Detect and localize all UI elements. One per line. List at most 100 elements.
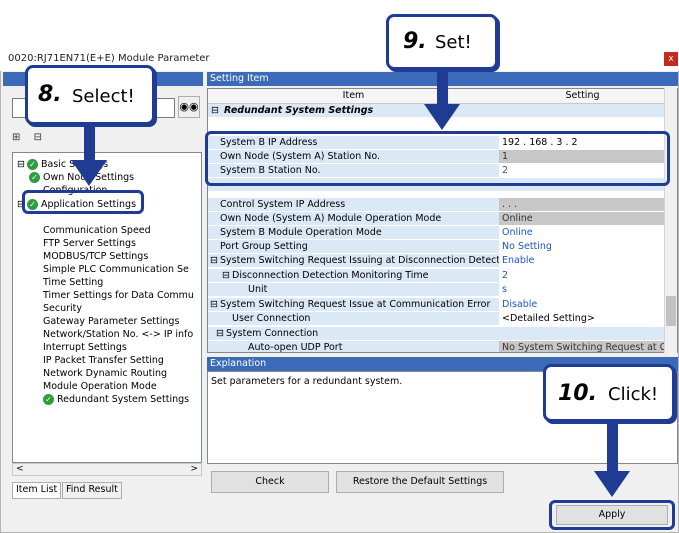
callout-set-number: 9. (403, 29, 427, 54)
tree-item-label: Security (43, 303, 83, 314)
tree-item[interactable]: IP Packet Transfer Setting (43, 354, 164, 367)
tree-item-label: Network/Station No. <-> IP info (43, 329, 194, 340)
setting-row[interactable]: Port Group Setting No Setting (208, 240, 666, 253)
setting-row[interactable]: Control System IP Address . . . (208, 198, 666, 211)
callout-select-number: 8. (38, 82, 62, 107)
tree-item-label: Gateway Parameter Settings (43, 316, 180, 327)
setting-row-label-cell: Own Node (System A) Module Operation Mod… (208, 212, 499, 225)
collapse-all-icon[interactable]: ⊟ (34, 132, 42, 143)
find-binoculars-button[interactable]: ◉◉ (178, 96, 200, 118)
row-expander-icon[interactable]: ⊟ (210, 298, 218, 311)
tree-item-label: MODBUS/TCP Settings (43, 251, 149, 262)
tree-item[interactable]: FTP Server Settings (43, 237, 136, 250)
setting-row-value: . . . (499, 198, 666, 211)
tree-item[interactable]: Simple PLC Communication Se (43, 263, 189, 276)
setting-row-value[interactable]: No Setting (499, 240, 666, 253)
setting-row-value: Online (499, 212, 666, 225)
window-title: 0020:RJ71EN71(E+E) Module Parameter (8, 53, 210, 64)
setting-row-label: Own Node (System A) Module Operation Mod… (220, 213, 442, 224)
callout-click-number: 10. (558, 381, 597, 406)
setting-row-label: Disconnection Detection Monitoring Time (232, 270, 429, 281)
tab-find-result[interactable]: Find Result (62, 482, 122, 499)
setting-row-value[interactable]: 2 (499, 269, 666, 282)
tab-item-list[interactable]: Item List (12, 482, 62, 499)
setting-row[interactable]: System B Module Operation Mode Online (208, 226, 666, 239)
restore-defaults-button[interactable]: Restore the Default Settings (336, 471, 504, 493)
setting-row-label: System B Module Operation Mode (220, 227, 382, 238)
tree-item[interactable]: Communication Speed (43, 224, 151, 237)
setting-row-label: System Switching Request Issue at Commun… (220, 299, 491, 310)
setting-row-label: Auto-open UDP Port (248, 342, 343, 353)
binoculars-icon: ◉◉ (179, 100, 199, 113)
tree-item[interactable]: Network/Station No. <-> IP info (43, 328, 193, 341)
setting-row-value[interactable]: Online (499, 226, 666, 239)
setting-row-value: No System Switching Request at Com (499, 341, 677, 352)
tree-item[interactable]: ✓ Redundant System Settings (43, 393, 189, 406)
callout-click: 10. Click! (543, 364, 675, 422)
setting-row-value[interactable]: Enable (499, 254, 666, 267)
left-tabs: Item List Find Result (12, 482, 122, 499)
setting-row-label-cell: Control System IP Address (208, 198, 499, 211)
collapse-icon[interactable]: ⊟ (211, 104, 219, 117)
scroll-right-icon[interactable]: > (190, 464, 198, 474)
column-header-item: Item (208, 89, 500, 104)
tree-item-label: Timer Settings for Data Commu (43, 290, 194, 301)
row-expander-icon[interactable]: ⊟ (216, 327, 224, 340)
setting-row-label-cell: ⊟ System Connection (208, 327, 499, 340)
arrow-shaft (84, 125, 95, 160)
row-expander-icon[interactable]: ⊟ (210, 254, 218, 267)
tree-expander-icon[interactable]: ⊟ (17, 159, 25, 170)
grid-vertical-scrollbar[interactable] (664, 88, 677, 353)
highlight-application-settings (22, 190, 144, 214)
highlight-system-b-rows (205, 131, 670, 186)
setting-row[interactable]: ⊟ Disconnection Detection Monitoring Time… (208, 269, 666, 282)
tree-item-label: IP Packet Transfer Setting (43, 355, 164, 366)
tree-item[interactable]: Gateway Parameter Settings (43, 315, 179, 328)
tree-item[interactable]: Security (43, 302, 82, 315)
setting-row-label: User Connection (232, 313, 311, 324)
tree-item[interactable]: Interrupt Settings (43, 341, 127, 354)
tree-item-label: Redundant System Settings (57, 394, 190, 405)
scroll-left-icon[interactable]: < (16, 464, 24, 474)
arrow-down-icon (424, 104, 460, 130)
callout-select: 8. Select! (25, 65, 155, 125)
setting-row-value (499, 327, 666, 340)
setting-row-label-cell: Auto-open UDP Port (208, 341, 499, 353)
tree-item[interactable]: Timer Settings for Data Commu (43, 289, 194, 302)
setting-row[interactable]: ⊟ System Switching Request Issue at Commu… (208, 298, 666, 311)
setting-row-value[interactable]: s (499, 283, 666, 296)
setting-row[interactable]: Own Node (System A) Module Operation Mod… (208, 212, 666, 225)
setting-row[interactable]: ⊟ System Connection (208, 327, 666, 340)
setting-row-label-cell: Port Group Setting (208, 240, 499, 253)
callout-select-text: Select! (72, 86, 135, 107)
setting-row-label: Unit (248, 284, 268, 295)
setting-row[interactable]: User Connection <Detailed Setting> (208, 312, 666, 325)
tree-item[interactable]: Time Setting (43, 276, 103, 289)
check-button[interactable]: Check (211, 471, 329, 493)
checkmark-icon: ✓ (26, 159, 38, 170)
setting-row[interactable]: Unit s (208, 283, 666, 296)
setting-row-label-cell: ⊟ Disconnection Detection Monitoring Time (208, 269, 499, 282)
setting-row-label-cell: User Connection (208, 312, 499, 325)
tree-item-label: Module Operation Mode (43, 381, 157, 392)
row-expander-icon[interactable]: ⊟ (222, 269, 230, 282)
tree-item-label: FTP Server Settings (43, 238, 136, 249)
tree-item-label: Interrupt Settings (43, 342, 127, 353)
close-button[interactable]: x (664, 52, 678, 66)
tree-item[interactable]: Module Operation Mode (43, 380, 157, 393)
tree-item-label: Simple PLC Communication Se (43, 264, 189, 275)
tree-item[interactable]: MODBUS/TCP Settings (43, 250, 148, 263)
setting-row[interactable]: Auto-open UDP Port No System Switching Re… (208, 341, 677, 353)
tree-item-label: Time Setting (43, 277, 104, 288)
arrow-shaft (607, 422, 618, 472)
apply-button[interactable]: Apply (556, 505, 668, 525)
expand-all-icon[interactable]: ⊞ (12, 132, 20, 143)
setting-row[interactable]: ⊟ System Switching Request Issuing at Dis… (208, 254, 666, 267)
scroll-thumb[interactable] (666, 296, 676, 326)
tree-horizontal-scrollbar[interactable]: < > (12, 463, 202, 476)
setting-row-value[interactable]: <Detailed Setting> (499, 312, 666, 325)
tree-item[interactable]: Network Dynamic Routing (43, 367, 167, 380)
setting-row-label-cell: ⊟ System Switching Request Issuing at Dis… (208, 254, 515, 267)
callout-click-text: Click! (608, 384, 659, 405)
setting-row-value[interactable]: Disable (499, 298, 666, 311)
